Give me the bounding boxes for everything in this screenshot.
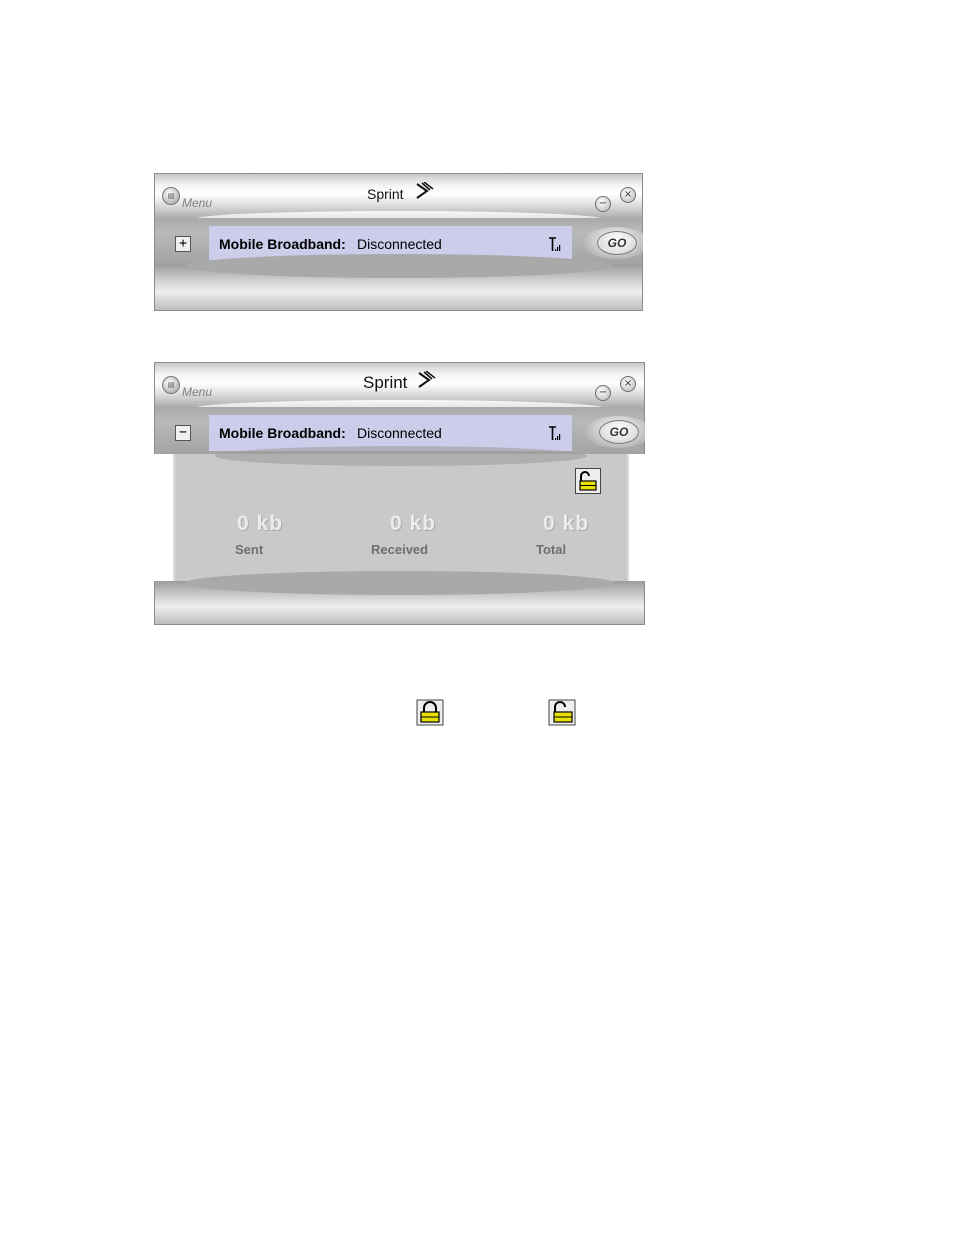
close-icon[interactable]: × (620, 376, 636, 392)
received-label: Received (371, 542, 429, 557)
sprint-window-expanded: ▤ Menu Sprint − × − Mobile Broadband: Di… (154, 362, 645, 625)
unlocked-padlock-icon (579, 471, 597, 491)
status-label: Mobile Broadband: (219, 425, 346, 441)
sprint-logo-icon (416, 182, 434, 199)
minimize-icon[interactable]: − (595, 385, 611, 401)
go-button[interactable]: GO (597, 231, 637, 255)
sprint-brand: Sprint (363, 373, 408, 392)
go-button-housing: GO (583, 227, 643, 259)
signal-icon (549, 237, 561, 251)
sent-label: Sent (235, 542, 264, 557)
unlocked-padlock-icon (548, 699, 576, 726)
sprint-window-collapsed: ▤ Menu Sprint − × + Mobile Broadband: Di… (154, 173, 643, 311)
menu-label[interactable]: Menu (182, 196, 212, 210)
expand-toggle[interactable]: + (175, 236, 191, 252)
sprint-brand: Sprint (367, 186, 404, 202)
menu-button[interactable]: Menu (182, 385, 212, 399)
bottom-bar (154, 571, 645, 625)
statistics-panel: 0 kb Sent 0 kb Received 0 kb Total (173, 446, 629, 582)
signal-icon (549, 426, 561, 440)
sent-value: 0 kb (237, 512, 284, 535)
menu-icon[interactable]: ▤ (162, 376, 180, 394)
collapse-toggle[interactable]: − (175, 425, 191, 441)
menu-label[interactable]: Menu (182, 385, 212, 399)
total-value: 0 kb (543, 512, 590, 535)
total-label: Total (536, 542, 567, 557)
locked-padlock-icon (416, 699, 444, 726)
close-icon[interactable]: × (620, 187, 636, 203)
received-value: 0 kb (390, 512, 437, 535)
sprint-logo-icon (418, 371, 436, 388)
lock-toggle-button[interactable] (575, 468, 601, 494)
title-bar: ▤ Menu Sprint − × (154, 362, 645, 416)
title-bar: ▤ Menu Sprint − × (154, 173, 643, 227)
bottom-bar (154, 254, 643, 311)
go-button[interactable]: GO (599, 420, 639, 444)
minimize-icon[interactable]: − (595, 196, 611, 212)
go-button-housing: GO (585, 416, 645, 448)
menu-button[interactable]: Menu (182, 196, 212, 210)
menu-icon[interactable]: ▤ (162, 187, 180, 205)
